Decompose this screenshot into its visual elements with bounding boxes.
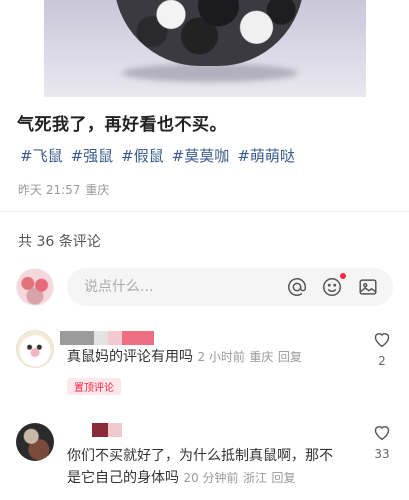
post-meta: 昨天 21:57 重庆: [18, 181, 109, 198]
reply-button[interactable]: 回复: [278, 350, 302, 364]
post-title: 气死我了，再好看也不买。: [17, 115, 227, 135]
tag-list: #飞鼠 #强鼠 #假鼠 #莫莫咖 #萌萌哒: [20, 145, 295, 166]
image-ruffle-object: [114, 0, 304, 66]
post-image[interactable]: [44, 0, 366, 97]
comment-text: 真鼠妈的评论有用吗: [67, 349, 193, 365]
like-button[interactable]: 33: [368, 423, 396, 461]
comment-time: 2 小时前: [197, 350, 245, 364]
new-indicator-dot: [340, 273, 346, 279]
heart-icon[interactable]: [372, 423, 392, 441]
comment-item: 真鼠妈的评论有用吗 2 小时前 重庆 回复 置顶评论 2: [0, 330, 409, 400]
emoji-icon[interactable]: [321, 276, 343, 298]
at-icon[interactable]: [286, 276, 308, 298]
comment-input-box[interactable]: [67, 268, 393, 306]
post-location: 重庆: [85, 183, 110, 197]
divider: [0, 211, 409, 212]
tag-link[interactable]: #强鼠: [71, 145, 114, 166]
commenter-name-redacted[interactable]: [92, 423, 122, 437]
comment-input[interactable]: [84, 279, 274, 295]
like-count: 33: [374, 447, 390, 461]
post-date: 昨天 21:57: [18, 183, 81, 197]
tag-link[interactable]: #莫莫咖: [172, 145, 230, 166]
tag-link[interactable]: #飞鼠: [20, 145, 63, 166]
pinned-badge: 置顶评论: [67, 378, 121, 395]
comment-text-line-2: 是它自己的身体吗: [67, 470, 179, 486]
like-count: 2: [378, 354, 386, 368]
tag-link[interactable]: #假鼠: [121, 145, 164, 166]
comment-location: 重庆: [249, 350, 274, 364]
comment-location: 浙江: [243, 471, 268, 485]
commenter-avatar[interactable]: [16, 423, 54, 461]
tag-link[interactable]: #萌萌哒: [237, 145, 295, 166]
heart-icon[interactable]: [372, 330, 392, 348]
commenter-name-redacted[interactable]: [60, 331, 154, 345]
commenter-avatar[interactable]: [16, 330, 54, 368]
image-shadow: [122, 64, 298, 82]
reply-button[interactable]: 回复: [271, 471, 295, 485]
comment-text-line-2-wrap: 是它自己的身体吗 20 分钟前 浙江 回复: [67, 467, 333, 489]
current-user-avatar[interactable]: [16, 268, 54, 306]
like-button[interactable]: 2: [368, 330, 396, 368]
comment-item: 你们不买就好了，为什么抵制真鼠啊，那不 是它自己的身体吗 20 分钟前 浙江 回…: [0, 423, 409, 500]
comment-body: 真鼠妈的评论有用吗 2 小时前 重庆 回复: [67, 346, 302, 368]
comment-count: 共 36 条评论: [18, 234, 101, 250]
comment-body: 你们不买就好了，为什么抵制真鼠啊，那不 是它自己的身体吗 20 分钟前 浙江 回…: [67, 445, 333, 489]
comment-text-line-1: 你们不买就好了，为什么抵制真鼠啊，那不: [67, 448, 333, 464]
image-icon[interactable]: [357, 276, 379, 298]
comment-time: 20 分钟前: [183, 471, 239, 485]
